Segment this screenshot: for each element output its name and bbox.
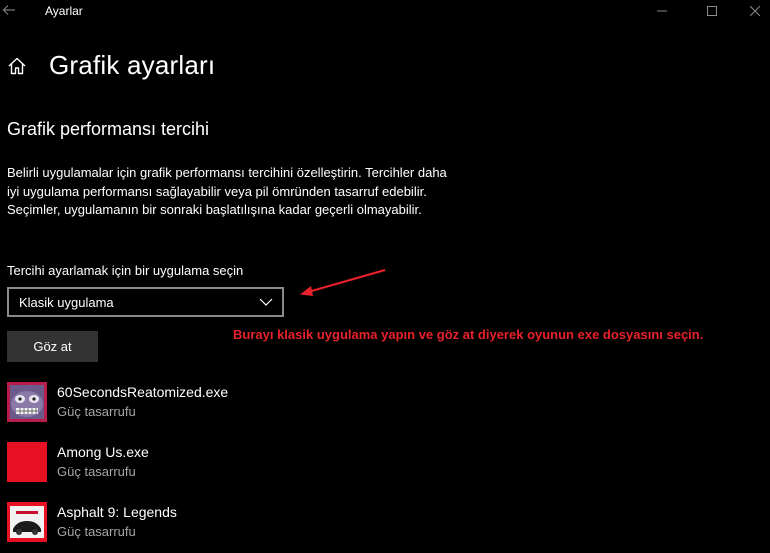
- minimize-button[interactable]: [640, 0, 684, 21]
- app-list-item[interactable]: Asphalt 9: Legends Güç tasarrufu: [7, 502, 427, 544]
- app-name: 60SecondsReatomized.exe: [57, 384, 229, 400]
- home-icon[interactable]: [7, 56, 27, 76]
- title-bar: Ayarlar: [0, 0, 770, 21]
- app-type-dropdown[interactable]: Klasik uygulama: [7, 287, 284, 317]
- app-name: Among Us.exe: [57, 444, 149, 460]
- minimize-icon: [657, 10, 667, 11]
- chevron-down-icon: [259, 298, 273, 306]
- browse-button[interactable]: Göz at: [7, 331, 98, 362]
- close-icon: [750, 5, 760, 16]
- annotation-arrow-icon: [300, 268, 386, 296]
- app-preference: Güç tasarrufu: [57, 404, 136, 419]
- game-icon-asphalt: [7, 502, 47, 542]
- game-icon-60seconds: [7, 382, 47, 422]
- close-button[interactable]: [733, 0, 770, 21]
- back-arrow-icon[interactable]: [2, 3, 16, 17]
- app-preference: Güç tasarrufu: [57, 524, 136, 539]
- app-preference: Güç tasarrufu: [57, 464, 136, 479]
- app-list-item[interactable]: Among Us.exe Güç tasarrufu: [7, 442, 427, 484]
- section-description: Belirli uygulamalar için grafik performa…: [7, 165, 447, 217]
- dropdown-value: Klasik uygulama: [19, 294, 114, 310]
- app-list-item[interactable]: 60SecondsReatomized.exe Güç tasarrufu: [7, 382, 427, 424]
- window-title: Ayarlar: [45, 4, 83, 18]
- app-name: Asphalt 9: Legends: [57, 504, 177, 520]
- annotation-text: Burayı klasik uygulama yapın ve göz at d…: [233, 327, 704, 342]
- game-icon-among-us: [7, 442, 47, 482]
- section-title: Grafik performansı tercihi: [7, 119, 210, 139]
- maximize-icon: [707, 5, 717, 16]
- page-title: Grafik ayarları: [49, 50, 216, 80]
- app-type-label: Tercihi ayarlamak için bir uygulama seçi…: [7, 263, 244, 278]
- maximize-button[interactable]: [690, 0, 734, 21]
